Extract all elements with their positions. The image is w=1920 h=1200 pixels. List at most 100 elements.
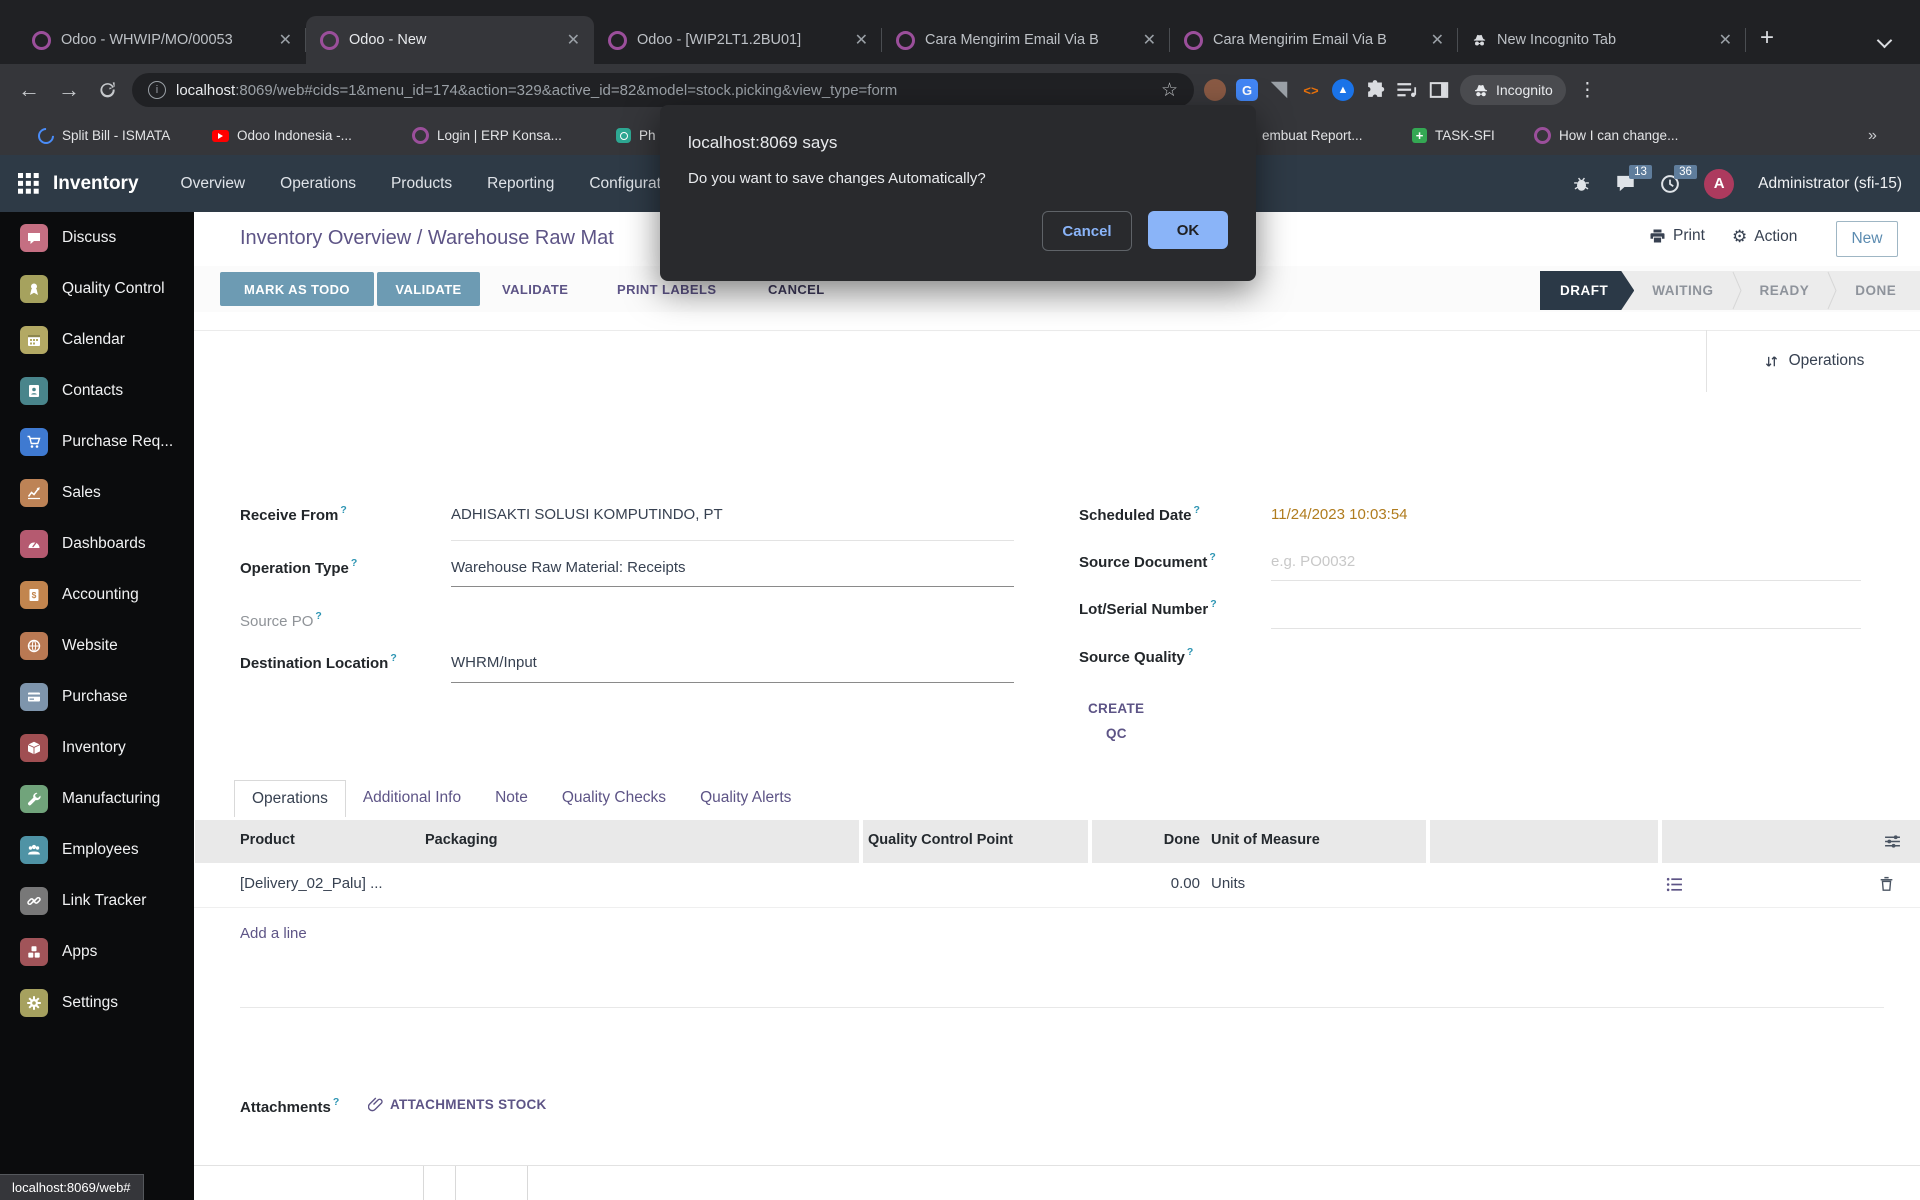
- tab-close-icon[interactable]: ✕: [1139, 30, 1160, 50]
- bookmark-ph[interactable]: Ph: [616, 116, 656, 155]
- user-menu[interactable]: Administrator (sfi-15): [1758, 175, 1902, 193]
- add-a-line-link[interactable]: Add a line: [240, 925, 307, 942]
- operation-type-field[interactable]: Warehouse Raw Material: Receipts: [451, 559, 686, 576]
- site-info-icon[interactable]: i: [148, 81, 166, 99]
- nav-menu-overview[interactable]: Overview: [173, 169, 254, 199]
- extensions-puzzle-icon[interactable]: [1364, 79, 1386, 101]
- columns-toggle-icon[interactable]: [1884, 833, 1901, 850]
- receive-from-field[interactable]: ADHISAKTI SOLUSI KOMPUTINDO, PT: [451, 506, 723, 523]
- nav-menu-operations[interactable]: Operations: [272, 169, 364, 199]
- sidebar-item-purchase-requisition[interactable]: Purchase Req...: [0, 416, 194, 467]
- source-document-field[interactable]: e.g. PO0032: [1271, 553, 1355, 570]
- sidebar-item-dashboards[interactable]: Dashboards: [0, 518, 194, 569]
- browser-tab-4[interactable]: Cara Mengirim Email Via B ✕: [882, 16, 1170, 64]
- messages-button[interactable]: 13: [1615, 165, 1652, 193]
- breadcrumb[interactable]: Inventory Overview / Warehouse Raw Mat: [240, 227, 614, 250]
- stage-draft[interactable]: DRAFT: [1540, 271, 1634, 310]
- mark-as-todo-button[interactable]: MARK AS TODO: [220, 272, 374, 306]
- bookmark-login-erp[interactable]: Login | ERP Konsa...: [412, 116, 562, 155]
- browser-tab-3[interactable]: Odoo - [WIP2LT1.2BU01] ✕: [594, 16, 882, 64]
- tampermonkey-extension-icon[interactable]: [1204, 79, 1226, 101]
- activities-button[interactable]: 36: [1660, 164, 1697, 194]
- cell-uom[interactable]: Units: [1211, 875, 1245, 892]
- browser-tab-2[interactable]: Odoo - New ✕: [306, 16, 594, 64]
- avatar[interactable]: A: [1704, 168, 1735, 199]
- scheduled-date-field[interactable]: 11/24/2023 10:03:54: [1271, 506, 1408, 523]
- bookmark-membuat-report[interactable]: embuat Report...: [1262, 116, 1363, 155]
- browser-menu-icon[interactable]: ⋮: [1578, 79, 1597, 102]
- sidebar-item-quality-control[interactable]: Quality Control: [0, 263, 194, 314]
- playlist-extension-icon[interactable]: [1396, 79, 1418, 101]
- tab-search-chevron-icon[interactable]: [1876, 32, 1893, 49]
- sidebar-item-link-tracker[interactable]: Link Tracker: [0, 875, 194, 926]
- browser-tab-1[interactable]: Odoo - WHWIP/MO/00053 ✕: [18, 16, 306, 64]
- bug-icon[interactable]: [1572, 174, 1591, 193]
- bookmark-star-icon[interactable]: ☆: [1161, 79, 1178, 102]
- table-row[interactable]: [Delivery_02_Palu] ... 0.00 Units: [194, 863, 1920, 908]
- bookmark-how-i-can-change[interactable]: How I can change...: [1534, 116, 1678, 155]
- tab-quality-checks[interactable]: Quality Checks: [545, 780, 683, 817]
- sidebar-item-contacts[interactable]: Contacts: [0, 365, 194, 416]
- sidebar-item-employees[interactable]: Employees: [0, 824, 194, 875]
- browser-tab-6[interactable]: New Incognito Tab ✕: [1458, 16, 1746, 64]
- attachments-stock-link[interactable]: ATTACHMENTS STOCK: [390, 1097, 547, 1112]
- sidebar-item-accounting[interactable]: $ Accounting: [0, 569, 194, 620]
- nav-menu-reporting[interactable]: Reporting: [479, 169, 562, 199]
- print-button[interactable]: Print: [1649, 227, 1705, 245]
- trash-icon[interactable]: [1878, 875, 1895, 892]
- validate-primary-button[interactable]: VALIDATE: [377, 272, 480, 306]
- forward-icon[interactable]: →: [54, 77, 84, 103]
- tab-additional-info[interactable]: Additional Info: [346, 780, 478, 817]
- bookmark-odoo-indonesia[interactable]: Odoo Indonesia -...: [212, 116, 352, 155]
- code-extension-icon[interactable]: <>: [1300, 79, 1322, 101]
- col-unit-of-measure[interactable]: Unit of Measure: [1211, 832, 1320, 848]
- cancel-button[interactable]: Cancel: [1042, 211, 1132, 251]
- stage-done[interactable]: DONE: [1837, 271, 1914, 310]
- action-button[interactable]: ⚙ Action: [1732, 227, 1797, 247]
- address-bar[interactable]: i localhost:8069/web#cids=1&menu_id=174&…: [132, 73, 1194, 107]
- col-quality-control-point[interactable]: Quality Control Point: [868, 832, 1013, 848]
- operations-side-panel[interactable]: Operations: [1706, 330, 1920, 392]
- sidebar-item-discuss[interactable]: Discuss: [0, 212, 194, 263]
- new-tab-button[interactable]: +: [1760, 24, 1774, 52]
- tab-close-icon[interactable]: ✕: [1427, 30, 1448, 50]
- col-done[interactable]: Done: [1115, 832, 1200, 848]
- nav-menu-products[interactable]: Products: [383, 169, 460, 199]
- cursor-extension-icon[interactable]: ▲: [1332, 79, 1354, 101]
- back-icon[interactable]: ←: [14, 77, 44, 103]
- validate-button[interactable]: VALIDATE: [502, 272, 568, 306]
- app-name[interactable]: Inventory: [53, 173, 139, 195]
- sidebar-item-calendar[interactable]: Calendar: [0, 314, 194, 365]
- sidebar-item-website[interactable]: Website: [0, 620, 194, 671]
- browser-tab-5[interactable]: Cara Mengirim Email Via B ✕: [1170, 16, 1458, 64]
- tab-close-icon[interactable]: ✕: [851, 30, 872, 50]
- sidebar-item-purchase[interactable]: Purchase: [0, 671, 194, 722]
- stage-ready[interactable]: READY: [1742, 271, 1828, 310]
- new-button[interactable]: New: [1836, 221, 1898, 257]
- col-product[interactable]: Product: [240, 832, 295, 848]
- detailed-operations-icon[interactable]: [1666, 876, 1683, 893]
- tab-note[interactable]: Note: [478, 780, 545, 817]
- col-packaging[interactable]: Packaging: [425, 832, 498, 848]
- translate-extension-icon[interactable]: G: [1236, 79, 1258, 101]
- create-qc-button[interactable]: CREATE: [1088, 701, 1144, 716]
- tab-operations[interactable]: Operations: [234, 780, 346, 817]
- sidebar-item-settings[interactable]: Settings: [0, 977, 194, 1028]
- destination-location-field[interactable]: WHRM/Input: [451, 654, 537, 671]
- cell-product[interactable]: [Delivery_02_Palu] ...: [240, 875, 383, 892]
- sidebar-item-apps[interactable]: Apps: [0, 926, 194, 977]
- tab-quality-alerts[interactable]: Quality Alerts: [683, 780, 808, 817]
- stage-waiting[interactable]: WAITING: [1634, 271, 1731, 310]
- apps-grid-icon[interactable]: [18, 173, 39, 194]
- bookmarks-overflow-chevron[interactable]: »: [1868, 116, 1877, 155]
- tab-close-icon[interactable]: ✕: [275, 30, 296, 50]
- sidebar-item-inventory[interactable]: Inventory: [0, 722, 194, 773]
- reload-icon[interactable]: [98, 80, 118, 100]
- tab-close-icon[interactable]: ✕: [563, 30, 584, 50]
- sidebar-item-manufacturing[interactable]: Manufacturing: [0, 773, 194, 824]
- side-panel-icon[interactable]: [1428, 79, 1450, 101]
- ok-button[interactable]: OK: [1148, 211, 1228, 249]
- sidebar-item-sales[interactable]: Sales: [0, 467, 194, 518]
- bookmark-split-bill[interactable]: Split Bill - ISMATA: [34, 116, 170, 155]
- cell-done[interactable]: 0.00: [1115, 875, 1200, 892]
